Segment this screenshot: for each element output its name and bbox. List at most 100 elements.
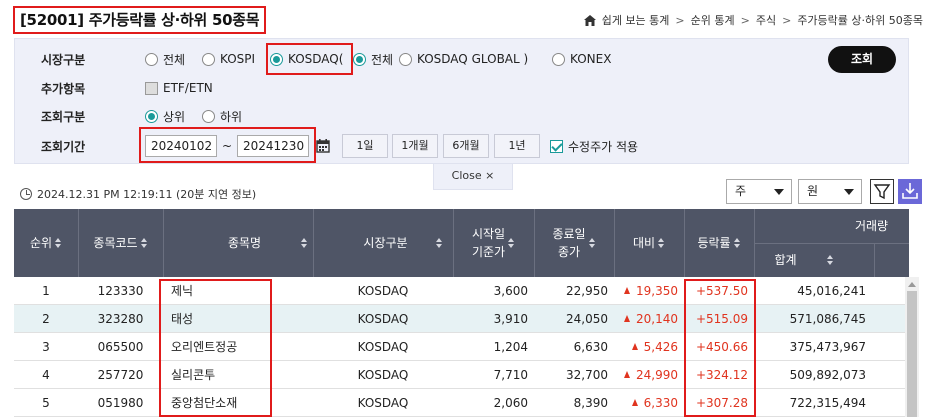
etf-etn-checkbox[interactable]: ETF/ETN [145, 81, 213, 95]
cell-start-price: 1,204 [493, 340, 528, 354]
cell-change: 19,350 [614, 277, 678, 305]
checkbox-checked-icon[interactable] [550, 139, 563, 153]
cell-start-price: 7,710 [493, 368, 528, 382]
market-label: 시장구분 [41, 52, 86, 67]
highlight-box [159, 279, 272, 417]
radio-icon[interactable] [399, 52, 412, 66]
market-option-kospi[interactable]: KOSPI [202, 52, 255, 66]
market-option-all[interactable]: 전체 [145, 51, 185, 68]
sort-icon[interactable] [55, 238, 62, 248]
period-6m-button[interactable]: 6개월 [443, 134, 489, 158]
highlight-box [139, 127, 316, 163]
radio-selected-icon[interactable] [145, 109, 158, 123]
close-panel-button[interactable]: Close × [433, 164, 513, 190]
market-row: 시장구분 전체 KOSPI KOSDAQ( 전체 KOSDAQ GLOBAL )… [15, 46, 910, 72]
table-row[interactable]: 2 323280 태성 KOSDAQ 3,910 24,050 20,140 +… [14, 305, 909, 333]
column-volume: 거래량 [854, 219, 889, 233]
scroll-thumb[interactable] [907, 291, 917, 417]
vertical-scrollbar[interactable] [905, 277, 919, 417]
extra-label: 추가항목 [41, 81, 86, 96]
rank-option-top[interactable]: 상위 [145, 108, 185, 125]
search-button[interactable]: 조회 [828, 46, 896, 73]
breadcrumb-item[interactable]: 순위 통계 [691, 12, 735, 28]
adjusted-price-checkbox[interactable]: 수정주가 적용 [550, 138, 638, 155]
up-arrow-icon [624, 371, 630, 378]
cell-rank: 4 [42, 368, 50, 382]
unit-select[interactable]: 주 [726, 179, 792, 204]
sort-icon[interactable] [508, 238, 515, 248]
breadcrumb-item[interactable]: 주식 [756, 12, 776, 28]
radio-icon[interactable] [552, 52, 565, 66]
cell-volume: 375,473,967 [789, 340, 866, 354]
calendar-icon[interactable] [316, 139, 330, 153]
up-arrow-icon [624, 315, 630, 322]
highlight-box [266, 43, 353, 75]
column-volume-total[interactable]: 합계 [754, 243, 874, 277]
sort-icon[interactable] [301, 238, 308, 248]
currency-select[interactable]: 원 [798, 179, 862, 204]
column-end-price[interactable]: 종료일 종가 [534, 209, 614, 277]
column-code[interactable]: 종목코드 [78, 209, 163, 277]
column-name[interactable]: 종목명 [163, 209, 313, 277]
table-row[interactable]: 1 123330 제닉 KOSDAQ 3,600 22,950 19,350 +… [14, 277, 909, 305]
column-market[interactable]: 시장구분 [313, 209, 453, 277]
sort-icon[interactable] [826, 255, 834, 265]
breadcrumb-item[interactable]: 쉽게 보는 통계 [602, 12, 670, 28]
cell-market: KOSDAQ [357, 284, 409, 298]
column-change[interactable]: 대비 [614, 209, 684, 277]
table-row[interactable]: 4 257720 실리콘투 KOSDAQ 7,710 32,700 24,990… [14, 361, 909, 389]
download-icon[interactable] [898, 179, 922, 204]
table-header: 순위 종목코드 종목명 시장구분 시작일 기준가 종료일 종가 대비 등락률 거래량… [14, 209, 909, 277]
column-rate[interactable]: 등락률 [684, 209, 754, 277]
up-arrow-icon [624, 287, 630, 294]
sort-icon[interactable] [733, 238, 741, 248]
breadcrumb-separator: > [675, 13, 685, 27]
cell-start-price: 2,060 [493, 396, 528, 410]
cell-end-price: 8,390 [573, 396, 608, 410]
market-option-kosdaq-global[interactable]: KOSDAQ GLOBAL ) [399, 52, 528, 66]
column-rank[interactable]: 순위 [14, 209, 78, 277]
rank-option-bottom[interactable]: 하위 [202, 108, 242, 125]
clock-icon [20, 188, 32, 200]
cell-rank: 2 [42, 312, 50, 326]
caret-down-icon [774, 189, 784, 195]
radio-icon[interactable] [202, 109, 215, 123]
rank-row: 조회구분 상위 하위 [15, 103, 910, 129]
radio-icon[interactable] [202, 52, 215, 66]
sort-icon[interactable] [588, 238, 596, 248]
period-1m-button[interactable]: 1개월 [392, 134, 438, 158]
table-row[interactable]: 5 051980 중앙첨단소재 KOSDAQ 2,060 8,390 6,330… [14, 389, 909, 417]
period-1d-button[interactable]: 1일 [342, 134, 388, 158]
cell-code: 051980 [97, 396, 144, 410]
sort-icon[interactable] [658, 238, 665, 248]
period-1y-button[interactable]: 1년 [494, 134, 540, 158]
sort-icon[interactable] [140, 238, 148, 248]
search-panel: 시장구분 전체 KOSPI KOSDAQ( 전체 KOSDAQ GLOBAL )… [14, 38, 909, 164]
breadcrumb: 쉽게 보는 통계 > 순위 통계 > 주식 > 주가등락률 상·하위 50종목 [583, 12, 923, 28]
cell-volume: 45,016,241 [797, 284, 866, 298]
breadcrumb-separator: > [782, 13, 792, 27]
scroll-up-icon[interactable] [908, 282, 916, 287]
timestamp-line: 2024.12.31 PM 12:19:11 (20분 지연 정보) [20, 186, 256, 202]
table-body: 1 123330 제닉 KOSDAQ 3,600 22,950 19,350 +… [14, 277, 909, 417]
cell-end-price: 24,050 [566, 312, 608, 326]
radio-icon[interactable] [145, 52, 158, 66]
cell-end-price: 22,950 [566, 284, 608, 298]
sort-icon[interactable] [435, 238, 443, 248]
cell-rank: 5 [42, 396, 50, 410]
market-option-konex[interactable]: KONEX [552, 52, 611, 66]
column-start-price[interactable]: 시작일 기준가 [453, 209, 534, 277]
filter-icon[interactable] [870, 179, 894, 204]
table-row[interactable]: 3 065500 오리엔트정공 KOSDAQ 1,204 6,630 5,426… [14, 333, 909, 361]
checkbox-icon[interactable] [145, 81, 158, 95]
radio-selected-icon[interactable] [353, 52, 366, 66]
market-option-kosdaq-all[interactable]: 전체 [353, 51, 393, 68]
extra-row: 추가항목 ETF/ETN [15, 75, 910, 101]
cell-end-price: 6,630 [573, 340, 608, 354]
cell-market: KOSDAQ [357, 368, 409, 382]
cell-code: 257720 [97, 368, 144, 382]
cell-rank: 1 [42, 284, 50, 298]
home-icon[interactable] [583, 14, 596, 26]
up-arrow-icon [631, 343, 638, 350]
up-arrow-icon [631, 399, 638, 406]
